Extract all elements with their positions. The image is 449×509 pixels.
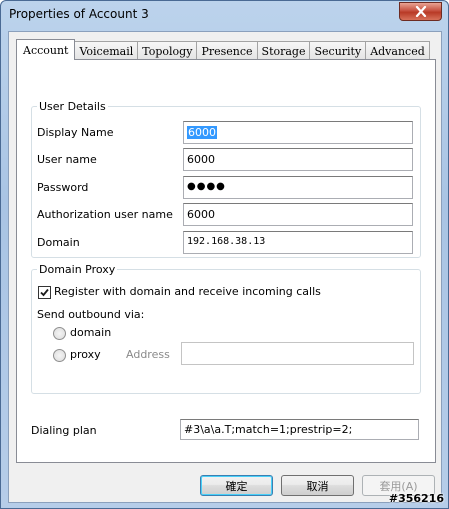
tab-topology[interactable]: Topology [137,41,198,60]
tab-presence[interactable]: Presence [196,41,258,60]
display-name-field[interactable]: 6000 [183,121,413,144]
properties-dialog: Properties of Account 3 Account Voicemai… [0,0,449,509]
register-checkbox[interactable] [38,286,51,299]
domain-radio[interactable] [53,327,66,340]
user-name-field[interactable]: 6000 [183,148,413,171]
ok-button[interactable]: 確定 [200,475,273,496]
close-button[interactable] [399,2,442,21]
tab-voicemail[interactable]: Voicemail [74,41,139,60]
cancel-button[interactable]: 取消 [281,475,354,496]
proxy-radio[interactable] [53,349,66,362]
tab-security[interactable]: Security [309,41,367,60]
dialog-client: Account Voicemail Topology Presence Stor… [8,31,442,503]
send-outbound-label: Send outbound via: [37,308,145,321]
password-field[interactable]: ●●●● [183,176,413,199]
address-field[interactable] [181,342,414,365]
checkmark-icon [40,288,49,297]
display-name-value: 6000 [187,126,217,139]
tab-account[interactable]: Account [16,39,76,60]
tab-storage[interactable]: Storage [256,41,311,60]
close-icon [415,6,426,17]
auth-user-label: Authorization user name [37,208,173,221]
watermark: #356216 [388,492,444,505]
tab-strip: Account Voicemail Topology Presence Stor… [16,39,430,60]
display-name-label: Display Name [37,126,114,139]
domain-radio-label[interactable]: domain [70,326,111,339]
tab-advanced[interactable]: Advanced [365,41,430,60]
proxy-radio-label[interactable]: proxy [70,348,101,361]
register-label[interactable]: Register with domain and receive incomin… [54,285,321,298]
password-label: Password [37,181,89,194]
account-tab-panel: User Details Display Name 6000 User name… [16,59,436,463]
user-name-label: User name [37,153,97,166]
domain-label: Domain [37,236,80,249]
domain-field[interactable]: 192.168.38.13 [183,231,413,254]
window-title: Properties of Account 3 [9,7,149,21]
dialing-plan-label: Dialing plan [31,424,97,437]
user-details-legend: User Details [39,100,106,113]
address-label: Address [126,348,170,361]
auth-user-field[interactable]: 6000 [183,203,413,226]
title-bar[interactable]: Properties of Account 3 [1,1,448,31]
domain-proxy-legend: Domain Proxy [39,263,116,276]
dialing-plan-field[interactable]: #3\a\a.T;match=1;prestrip=2; [180,419,419,440]
